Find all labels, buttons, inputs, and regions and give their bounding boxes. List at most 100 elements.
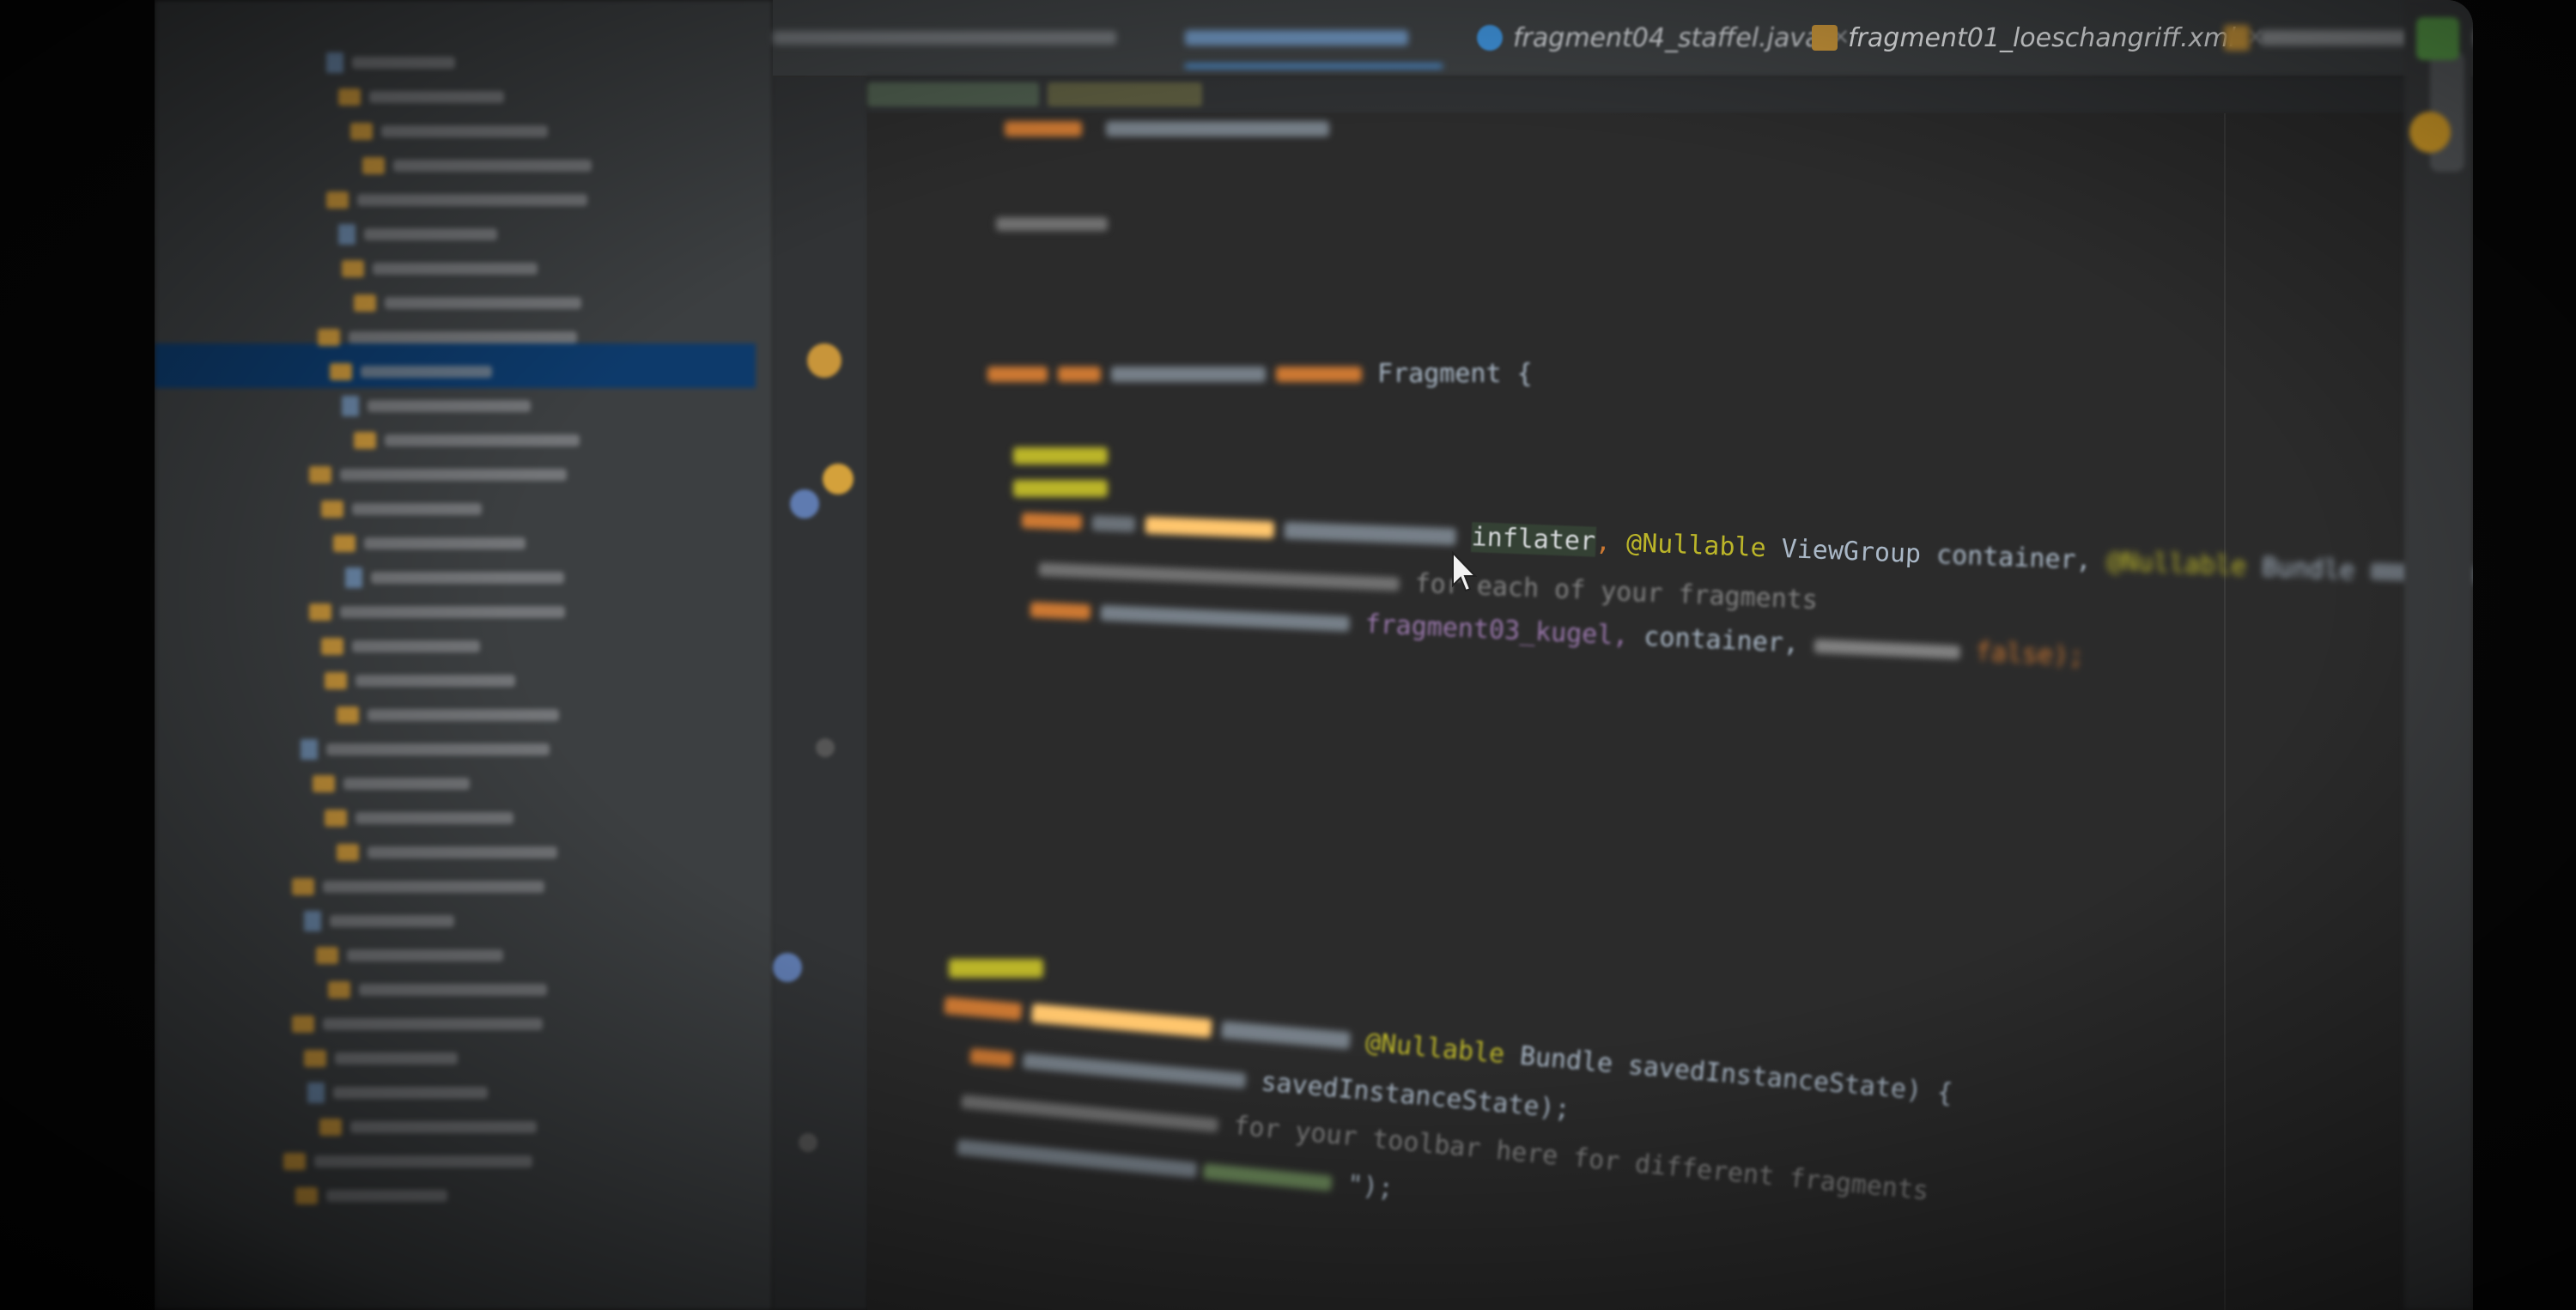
tree-item[interactable] bbox=[337, 841, 557, 864]
folder-icon bbox=[338, 88, 361, 106]
tree-item-label bbox=[326, 1190, 447, 1202]
code-line-annotation bbox=[1013, 441, 1108, 471]
tree-item[interactable] bbox=[301, 738, 550, 761]
tree-item[interactable] bbox=[350, 120, 548, 143]
brace: { bbox=[1516, 359, 1533, 389]
tree-item-label bbox=[326, 743, 550, 755]
tree-item-label bbox=[368, 846, 557, 858]
tree-item-label bbox=[330, 915, 454, 927]
tree-item[interactable] bbox=[328, 979, 547, 1001]
tree-item[interactable] bbox=[309, 464, 567, 486]
tree-item[interactable] bbox=[342, 395, 531, 417]
vertical-scrollbar[interactable] bbox=[2404, 0, 2473, 1310]
tree-item-label bbox=[347, 949, 503, 961]
tree-item[interactable] bbox=[307, 1082, 488, 1104]
tree-item[interactable] bbox=[295, 1185, 447, 1207]
tree-item[interactable] bbox=[345, 567, 564, 589]
tree-item[interactable] bbox=[304, 1047, 458, 1070]
implement-gutter-icon[interactable] bbox=[790, 489, 819, 519]
folder-icon bbox=[333, 535, 355, 552]
tree-item[interactable] bbox=[326, 189, 587, 211]
code-editor[interactable]: Fragment { inflater, @Nullable ViewGroup… bbox=[867, 113, 2473, 1310]
tree-item[interactable] bbox=[338, 86, 504, 108]
project-tree-panel bbox=[155, 0, 773, 1310]
tab-label: fragment04_staffel.java bbox=[1513, 22, 1821, 53]
tree-item-label bbox=[385, 434, 580, 446]
tree-item[interactable] bbox=[319, 1116, 537, 1138]
folder-icon bbox=[354, 432, 376, 449]
folder-icon bbox=[292, 878, 314, 895]
tree-item-label bbox=[355, 675, 515, 687]
fold-gutter-icon[interactable] bbox=[799, 1133, 817, 1152]
tree-item[interactable] bbox=[333, 532, 526, 555]
folder-icon bbox=[309, 603, 331, 621]
xml-layout-icon bbox=[2224, 25, 2250, 51]
mouse-pointer-icon bbox=[1452, 551, 1477, 592]
folder-icon bbox=[321, 638, 343, 655]
tree-item-label bbox=[352, 57, 455, 69]
tree-item[interactable] bbox=[325, 807, 513, 829]
breakpoint-gutter-icon[interactable] bbox=[823, 464, 854, 494]
tree-item[interactable] bbox=[316, 944, 503, 967]
param-container: container, bbox=[1935, 539, 2093, 576]
folder-icon bbox=[321, 500, 343, 518]
file-icon bbox=[326, 52, 343, 73]
breadcrumb-chip[interactable] bbox=[867, 82, 1039, 106]
tree-item-label bbox=[361, 366, 492, 378]
tab-fragment01-loeschangriff[interactable]: fragment01_loeschangriff.xml ✕ bbox=[1812, 12, 2265, 64]
tree-item[interactable] bbox=[321, 635, 480, 658]
xml-layout-icon bbox=[1812, 25, 1838, 51]
super-call-arg: savedInstanceState); bbox=[1260, 1066, 1571, 1125]
file-icon bbox=[345, 567, 362, 588]
tree-item-label bbox=[368, 709, 559, 721]
override-gutter-icon[interactable] bbox=[807, 343, 841, 378]
code-line bbox=[1005, 113, 1330, 143]
tree-item[interactable] bbox=[304, 910, 454, 932]
folder-icon bbox=[350, 123, 373, 140]
tree-item[interactable] bbox=[330, 361, 492, 383]
tab-active-blurred[interactable] bbox=[1185, 12, 1443, 69]
folder-icon bbox=[325, 672, 347, 689]
folder-icon bbox=[325, 810, 347, 827]
tree-item-label bbox=[357, 194, 587, 206]
tree-item[interactable] bbox=[354, 292, 581, 314]
tree-item[interactable] bbox=[318, 326, 577, 349]
folder-icon bbox=[316, 947, 338, 964]
tree-item-label bbox=[373, 263, 538, 275]
tree-item[interactable] bbox=[337, 704, 559, 726]
tree-item[interactable] bbox=[292, 876, 544, 898]
tree-item[interactable] bbox=[321, 498, 482, 520]
tree-item[interactable] bbox=[326, 52, 455, 74]
fold-gutter-icon[interactable] bbox=[816, 738, 835, 757]
tree-item-label bbox=[393, 160, 592, 172]
editor-gutter bbox=[773, 0, 867, 1310]
breadcrumb-chip[interactable] bbox=[1048, 82, 1202, 106]
tree-item-label bbox=[381, 125, 548, 137]
tree-item[interactable] bbox=[292, 1013, 543, 1035]
tab-placeholder-blurred[interactable] bbox=[773, 12, 1151, 64]
tree-item[interactable] bbox=[313, 773, 470, 795]
tree-item-label bbox=[340, 469, 567, 481]
tab-fragment04-staffel[interactable]: fragment04_staffel.java ✕ bbox=[1477, 12, 1850, 64]
layout-reference: fragment03_kugel, bbox=[1364, 609, 1630, 652]
code-line-return: fragment03_kugel, container, false); bbox=[1030, 594, 2085, 672]
tree-item[interactable] bbox=[338, 223, 497, 246]
tree-item[interactable] bbox=[309, 601, 565, 623]
bundle-type: Bundle bbox=[1518, 1040, 1614, 1080]
tree-item[interactable] bbox=[362, 155, 592, 177]
right-margin-guide bbox=[2224, 113, 2226, 1310]
tree-item-label bbox=[314, 1155, 532, 1167]
tree-item[interactable] bbox=[325, 670, 515, 692]
tree-item-label bbox=[364, 537, 526, 549]
tree-item[interactable] bbox=[342, 258, 538, 280]
implement-gutter-icon[interactable] bbox=[773, 953, 802, 982]
warning-marker-icon bbox=[2409, 112, 2451, 153]
nullable-annotation: @Nullable bbox=[1625, 528, 1767, 564]
tree-item[interactable] bbox=[283, 1150, 532, 1173]
tree-item[interactable] bbox=[354, 429, 580, 452]
tree-item-label bbox=[371, 572, 564, 584]
monitor-frame: fragment04_staffel.java ✕ fragment01_loe… bbox=[0, 0, 2576, 1310]
code-line-annotation bbox=[949, 955, 1043, 985]
param-inflater[interactable]: inflater bbox=[1471, 522, 1596, 557]
ide-window: fragment04_staffel.java ✕ fragment01_loe… bbox=[155, 0, 2473, 1310]
